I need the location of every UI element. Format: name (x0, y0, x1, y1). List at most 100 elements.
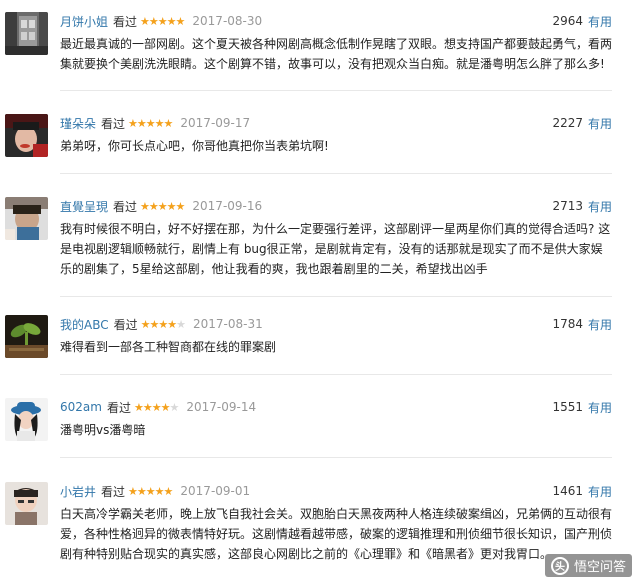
rating-stars: ★★★★★ (128, 116, 174, 130)
star-filled-icon: ★ (136, 484, 147, 498)
review-meta: 直覺呈現 看过 ★★★★★ 2017-09-16 (60, 197, 262, 215)
avatar[interactable] (5, 12, 48, 55)
watch-status: 看过 (101, 484, 126, 499)
star-filled-icon: ★ (163, 116, 174, 130)
review-date: 2017-08-31 (193, 317, 263, 331)
useful-button[interactable]: 有用 (588, 399, 612, 416)
rating-stars: ★★★★★ (140, 14, 186, 28)
vote-count: 2713 (552, 199, 583, 213)
review-meta: 月饼小姐 看过 ★★★★★ 2017-08-30 (60, 12, 262, 30)
star-filled-icon: ★ (151, 400, 162, 414)
star-filled-icon: ★ (166, 14, 177, 28)
avatar[interactable] (5, 114, 48, 157)
watermark-logo-char: 头 (554, 562, 565, 573)
useful-button[interactable]: 有用 (588, 115, 612, 132)
star-filled-icon: ★ (136, 116, 147, 130)
username-link[interactable]: 直覺呈現 (60, 198, 108, 215)
review-text: 潘粤明vs潘粤暗 (60, 423, 146, 437)
star-filled-icon: ★ (175, 199, 186, 213)
vote-area: 1784 有用 (552, 315, 612, 333)
review-meta: 瑾朵朵 看过 ★★★★★ 2017-09-17 (60, 114, 250, 132)
rating-stars: ★★★★★ (140, 199, 186, 213)
star-filled-icon: ★ (148, 199, 159, 213)
useful-button[interactable]: 有用 (588, 198, 612, 215)
avatar[interactable] (5, 482, 48, 525)
review-text: 我有时候很不明白，好不好摆在那，为什么一定要强行差评，这部剧评一星两星你们真的觉… (60, 222, 611, 276)
star-filled-icon: ★ (128, 116, 138, 130)
divider (60, 90, 612, 91)
star-filled-icon: ★ (140, 317, 151, 331)
star-filled-icon: ★ (142, 400, 153, 414)
star-filled-icon: ★ (154, 116, 165, 130)
star-empty-icon: ★ (169, 400, 179, 414)
watch-status: 看过 (101, 116, 126, 131)
star-filled-icon: ★ (140, 14, 150, 28)
vote-area: 2964 有用 (552, 12, 612, 30)
star-empty-icon: ★ (176, 317, 186, 331)
vote-count: 1461 (552, 484, 583, 498)
star-filled-icon: ★ (148, 14, 159, 28)
watch-status: 看过 (113, 199, 138, 214)
review-date: 2017-09-01 (180, 484, 251, 498)
review-text: 弟弟呀，你可长点心吧，你哥他真把你当表弟坑啊! (60, 139, 329, 153)
star-filled-icon: ★ (145, 484, 156, 498)
watermark-logo-icon: 头 (550, 556, 569, 575)
review-date: 2017-09-14 (186, 400, 257, 414)
review-text: 白天高冷学霸关老师，晚上放飞自我社会关。双胞胎白天黑夜两种人格连续破案缉凶，兄弟… (60, 507, 613, 561)
vote-area: 2713 有用 (552, 197, 612, 215)
avatar-image (5, 114, 48, 157)
review-meta: 小岩井 看过 ★★★★★ 2017-09-01 (60, 482, 250, 500)
username-link[interactable]: 月饼小姐 (60, 13, 108, 30)
divider (60, 296, 612, 297)
rating-stars: ★★★★★ (134, 400, 179, 414)
avatar-image (5, 315, 48, 358)
watch-status: 看过 (106, 400, 131, 415)
star-filled-icon: ★ (157, 199, 168, 213)
star-filled-icon: ★ (157, 14, 168, 28)
review-text: 难得看到一部各工种智商都在线的罪案剧 (60, 340, 277, 354)
star-filled-icon: ★ (128, 484, 138, 498)
username-link[interactable]: 我的ABC (60, 316, 109, 333)
avatar[interactable] (5, 398, 48, 441)
vote-count: 1551 (552, 400, 583, 414)
vote-area: 1461 有用 (552, 482, 612, 500)
vote-count: 2227 (552, 116, 583, 130)
useful-button[interactable]: 有用 (588, 483, 612, 500)
star-filled-icon: ★ (145, 116, 156, 130)
star-filled-icon: ★ (175, 14, 186, 28)
vote-count: 2964 (552, 14, 583, 28)
star-filled-icon: ★ (154, 484, 165, 498)
avatar[interactable] (5, 315, 48, 358)
username-link[interactable]: 602am (60, 400, 102, 414)
vote-area: 2227 有用 (552, 114, 612, 132)
star-filled-icon: ★ (140, 199, 150, 213)
username-link[interactable]: 瑾朵朵 (60, 115, 96, 132)
avatar-image (5, 482, 48, 525)
star-filled-icon: ★ (166, 199, 177, 213)
avatar-image (5, 398, 48, 441)
review-text: 最近最真诚的一部网剧。这个夏天被各种网剧高概念低制作晃瞎了双眼。想支持国产都要鼓… (60, 37, 613, 71)
avatar-image (5, 197, 48, 240)
review-meta: 602am 看过 ★★★★★ 2017-09-14 (60, 398, 256, 416)
useful-button[interactable]: 有用 (588, 13, 612, 30)
divider (60, 457, 612, 458)
avatar-image (5, 12, 48, 55)
username-link[interactable]: 小岩井 (60, 483, 96, 500)
star-filled-icon: ★ (163, 484, 174, 498)
divider (60, 173, 612, 174)
review-meta: 我的ABC 看过 ★★★★★ 2017-08-31 (60, 315, 263, 333)
watch-status: 看过 (113, 317, 138, 332)
star-filled-icon: ★ (158, 317, 168, 331)
rating-stars: ★★★★★ (128, 484, 174, 498)
star-filled-icon: ★ (167, 317, 177, 331)
avatar[interactable] (5, 197, 48, 240)
rating-stars: ★★★★★ (140, 317, 186, 331)
vote-count: 1784 (552, 317, 583, 331)
watch-status: 看过 (113, 14, 138, 29)
useful-button[interactable]: 有用 (588, 316, 612, 333)
watermark: 头 悟空问答 (544, 554, 632, 577)
review-date: 2017-09-16 (192, 199, 263, 213)
review-date: 2017-09-17 (180, 116, 251, 130)
watermark-text: 悟空问答 (573, 560, 626, 575)
vote-area: 1551 有用 (552, 398, 612, 416)
